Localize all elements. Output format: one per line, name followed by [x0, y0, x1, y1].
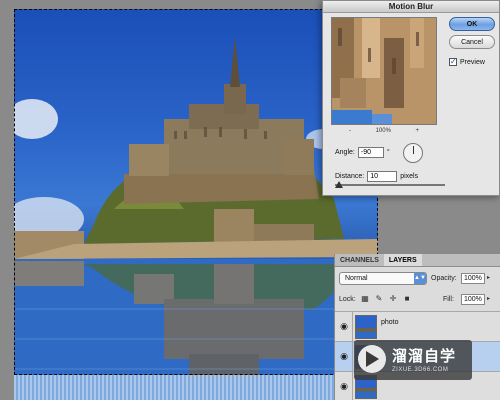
angle-input[interactable]: [357, 147, 384, 158]
motion-blur-dialog: Motion Blur - 100% + OK Cancel ✓ Preview…: [322, 0, 500, 196]
angle-row: Angle: °: [335, 147, 390, 158]
chevron-down-icon: ▲▼: [414, 273, 426, 284]
site-watermark: 溜溜自学 ZIXUE.3D66.COM: [354, 340, 472, 380]
watermark-brand: 溜溜自学: [392, 347, 457, 365]
eye-icon[interactable]: ◉: [338, 351, 350, 361]
distance-input[interactable]: [367, 171, 398, 182]
brush-icon[interactable]: ✎: [374, 294, 384, 304]
opacity-input[interactable]: 100%: [461, 273, 485, 284]
distance-row: Distance: pixels: [335, 171, 418, 182]
zoom-level: 100%: [375, 128, 391, 134]
preview-label: Preview: [460, 58, 485, 66]
ok-button[interactable]: OK: [449, 17, 495, 31]
blend-mode-select[interactable]: Normal ▲▼: [339, 272, 427, 285]
opacity-label: Opacity:: [431, 275, 457, 282]
zoom-out-button[interactable]: -: [349, 128, 351, 134]
layer-name[interactable]: photo: [381, 319, 399, 326]
tab-channels[interactable]: CHANNELS: [335, 254, 384, 266]
cancel-button[interactable]: Cancel: [449, 35, 495, 49]
fill-input[interactable]: 100%: [461, 294, 485, 305]
play-logo-icon: [358, 345, 386, 373]
dialog-title[interactable]: Motion Blur: [323, 1, 499, 13]
blend-mode-value: Normal: [345, 275, 368, 282]
angle-dial[interactable]: [403, 143, 423, 163]
watermark-url: ZIXUE.3D66.COM: [392, 367, 449, 373]
eye-icon[interactable]: ◉: [338, 381, 350, 391]
opacity-stepper-icon[interactable]: ▸: [487, 273, 494, 284]
distance-slider-track[interactable]: [335, 184, 445, 186]
fill-stepper-icon[interactable]: ▸: [487, 294, 494, 305]
layer-row-photo[interactable]: ◉ photo: [335, 311, 500, 341]
tab-layers[interactable]: LAYERS: [383, 254, 422, 266]
zoom-controls: - 100% +: [331, 128, 437, 134]
distance-label: Distance:: [335, 173, 365, 180]
fill-label: Fill:: [443, 296, 454, 303]
eye-icon[interactable]: ◉: [338, 321, 350, 331]
lock-label: Lock:: [339, 296, 356, 303]
layer-thumbnail: [355, 315, 377, 339]
filter-preview[interactable]: [331, 17, 437, 125]
angle-unit: °: [386, 149, 390, 156]
panel-tabs: CHANNELS LAYERS: [335, 254, 500, 267]
zoom-in-button[interactable]: +: [415, 128, 419, 134]
distance-unit: pixels: [400, 173, 419, 180]
lock-icon[interactable]: ■: [402, 294, 412, 304]
move-icon[interactable]: ✛: [388, 294, 398, 304]
preview-toggle[interactable]: ✓ Preview: [449, 58, 485, 66]
selection-band-blurred: [14, 375, 378, 400]
lock-transparent-icon[interactable]: ▦: [360, 294, 370, 304]
angle-dial-hand: [413, 146, 414, 154]
preview-image: [332, 18, 436, 124]
lock-controls: ▦ ✎ ✛ ■: [360, 294, 412, 304]
angle-label: Angle:: [335, 149, 355, 156]
distance-slider-thumb[interactable]: [335, 181, 343, 188]
preview-checkbox[interactable]: ✓: [449, 58, 457, 66]
